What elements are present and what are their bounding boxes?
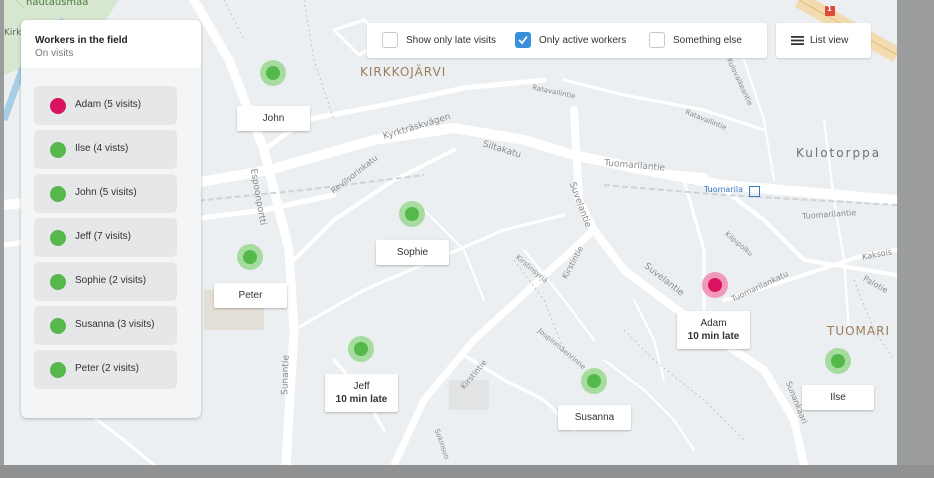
callout-name: Peter: [238, 290, 263, 301]
worker-label: Ilse (4 vists): [75, 143, 129, 154]
marker-callout-peter[interactable]: Peter: [214, 283, 287, 308]
checkmark-icon: [518, 35, 528, 45]
status-dot-icon: [50, 230, 66, 246]
map-marker-sophie[interactable]: [399, 201, 425, 227]
worker-label: Jeff (7 visits): [75, 231, 131, 242]
map-marker-adam[interactable]: [702, 272, 728, 298]
worker-label: Sophie (2 visits): [75, 275, 147, 286]
worker-item-sophie[interactable]: Sophie (2 visits): [34, 262, 177, 301]
marker-dot-icon: [831, 354, 845, 368]
status-dot-icon: [50, 362, 66, 378]
status-dot-icon: [50, 318, 66, 334]
marker-callout-susanna[interactable]: Susanna: [558, 405, 631, 430]
worker-item-john[interactable]: John (5 visits): [34, 174, 177, 213]
callout-name: Susanna: [574, 412, 615, 423]
worker-label: John (5 visits): [75, 187, 137, 198]
map-marker-john[interactable]: [260, 60, 286, 86]
marker-dot-icon: [405, 207, 419, 221]
map-label-district: KIRKKOJÄRVI: [360, 65, 447, 79]
map-footer-band: [0, 465, 934, 478]
panel-header: Workers in the field On visits: [21, 20, 201, 68]
marker-callout-john[interactable]: John: [237, 106, 310, 131]
map-label-area: nautausmaa: [26, 0, 89, 8]
callout-name: Adam: [700, 318, 727, 329]
panel-title: Workers in the field: [35, 35, 128, 46]
status-dot-icon: [50, 98, 66, 114]
late-visits-label[interactable]: Show only late visits: [406, 35, 496, 46]
callout-name: Jeff: [353, 381, 370, 392]
late-visits-checkbox[interactable]: [382, 32, 398, 48]
worker-label: Susanna (3 visits): [75, 319, 155, 330]
callout-late-status: 10 min late: [687, 331, 740, 342]
marker-callout-jeff[interactable]: Jeff 10 min late: [325, 374, 398, 412]
callout-late-status: 10 min late: [335, 394, 388, 405]
list-view-button[interactable]: List view: [776, 23, 871, 58]
train-station-icon: [749, 186, 760, 197]
map-marker-susanna[interactable]: [581, 368, 607, 394]
something-else-label[interactable]: Something else: [673, 35, 742, 46]
map-label-street: Sunantie: [280, 354, 292, 396]
map-marker-peter[interactable]: [237, 244, 263, 270]
map-label-station: Tuomarila: [704, 185, 743, 194]
status-dot-icon: [50, 186, 66, 202]
route-shield-label: 1: [827, 5, 832, 13]
marker-dot-icon: [243, 250, 257, 264]
marker-dot-icon: [708, 278, 722, 292]
worker-label: Peter (2 visits): [75, 363, 139, 374]
marker-callout-sophie[interactable]: Sophie: [376, 240, 449, 265]
callout-name: John: [262, 113, 285, 124]
status-dot-icon: [50, 142, 66, 158]
marker-dot-icon: [266, 66, 280, 80]
active-workers-checkbox[interactable]: [515, 32, 531, 48]
map-label-district: Kulotorppa: [796, 146, 882, 160]
status-dot-icon: [50, 274, 66, 290]
list-view-label: List view: [810, 35, 849, 46]
marker-dot-icon: [354, 342, 368, 356]
marker-callout-ilse[interactable]: Ilse: [802, 385, 874, 410]
marker-callout-adam[interactable]: Adam 10 min late: [677, 311, 750, 349]
map-label-district: TUOMARI: [827, 324, 890, 338]
map-marker-jeff[interactable]: [348, 336, 374, 362]
worker-item-peter[interactable]: Peter (2 visits): [34, 350, 177, 389]
active-workers-label[interactable]: Only active workers: [539, 35, 626, 46]
marker-dot-icon: [587, 374, 601, 388]
worker-item-adam[interactable]: Adam (5 visits): [34, 86, 177, 125]
worker-item-susanna[interactable]: Susanna (3 visits): [34, 306, 177, 345]
workers-panel: Workers in the field On visits Adam (5 v…: [21, 20, 201, 418]
callout-name: Ilse: [830, 392, 846, 403]
something-else-checkbox[interactable]: [649, 32, 665, 48]
filter-toolbar: Show only late visits Only active worker…: [367, 23, 767, 58]
map-marker-ilse[interactable]: [825, 348, 851, 374]
panel-subtitle: On visits: [35, 48, 74, 59]
hamburger-icon: [791, 36, 804, 45]
worker-item-jeff[interactable]: Jeff (7 visits): [34, 218, 177, 257]
callout-name: Sophie: [396, 247, 429, 258]
worker-label: Adam (5 visits): [75, 99, 142, 110]
worker-item-ilse[interactable]: Ilse (4 vists): [34, 130, 177, 169]
